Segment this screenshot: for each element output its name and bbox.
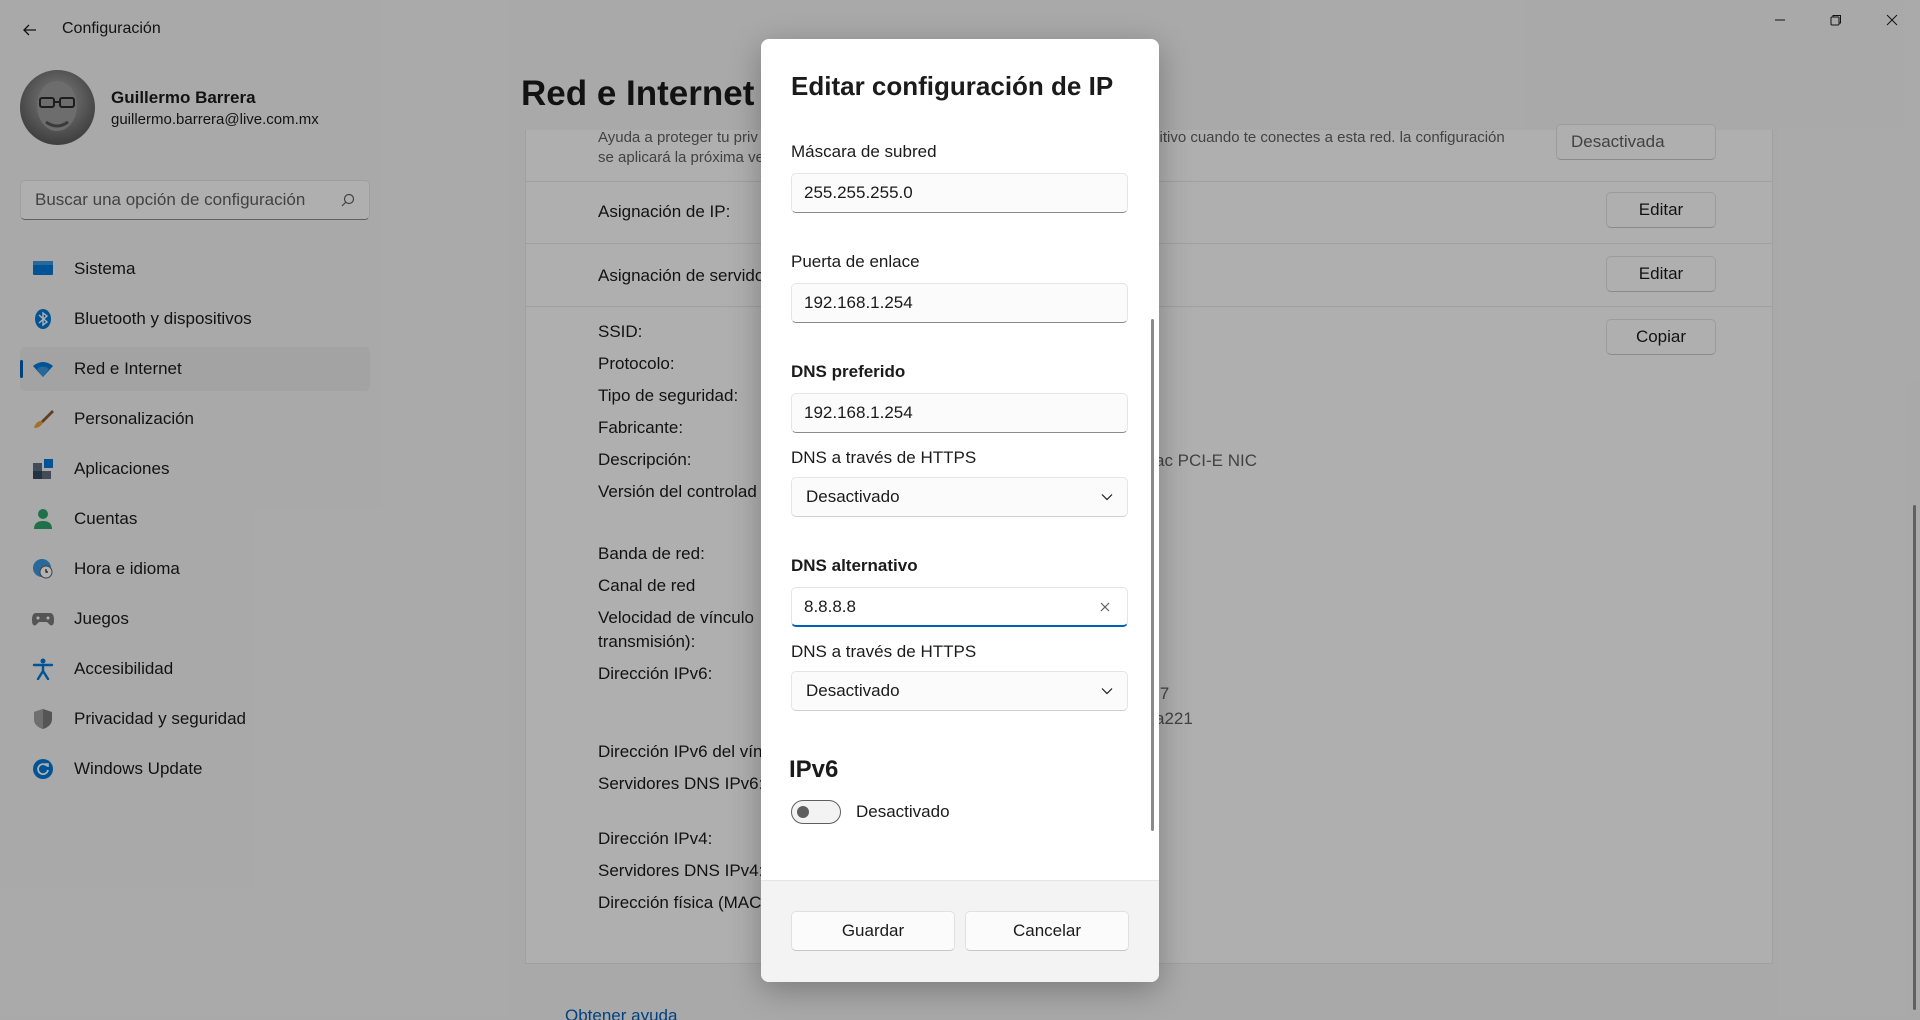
doh-dropdown-value: Desactivado (806, 487, 900, 506)
alternate-dns-label: DNS alternativo (791, 556, 918, 575)
ipv6-section-title: IPv6 (789, 756, 839, 783)
subnet-mask-label: Máscara de subred (791, 142, 937, 161)
doh-dropdown-alternate[interactable]: Desactivado (791, 671, 1128, 711)
subnet-mask-field[interactable] (791, 173, 1128, 213)
ipv6-toggle[interactable] (791, 800, 841, 824)
edit-ip-dialog: Editar configuración de IP Máscara de su… (761, 39, 1159, 982)
doh-label-preferred: DNS a través de HTTPS (791, 448, 977, 467)
gateway-label: Puerta de enlace (791, 252, 920, 271)
cancel-button[interactable]: Cancelar (965, 911, 1129, 951)
doh-dropdown-preferred[interactable]: Desactivado (791, 477, 1128, 517)
doh-dropdown-value: Desactivado (806, 681, 900, 700)
chevron-down-icon (1101, 494, 1113, 501)
doh-label-alternate: DNS a través de HTTPS (791, 642, 977, 661)
save-button[interactable]: Guardar (791, 911, 955, 951)
preferred-dns-field[interactable] (791, 393, 1128, 433)
toggle-knob (797, 806, 809, 818)
dialog-scrollbar[interactable] (1151, 319, 1154, 831)
alternate-dns-field[interactable] (791, 587, 1128, 627)
clear-input-button[interactable] (1095, 597, 1115, 617)
preferred-dns-label: DNS preferido (791, 362, 906, 381)
chevron-down-icon (1101, 688, 1113, 695)
dialog-title: Editar configuración de IP (791, 71, 1114, 101)
gateway-field[interactable] (791, 283, 1128, 323)
ipv6-toggle-label: Desactivado (856, 802, 950, 821)
preferred-dns-input[interactable] (804, 403, 1115, 423)
close-icon (1100, 602, 1110, 611)
alternate-dns-input[interactable] (804, 596, 1095, 617)
subnet-mask-input[interactable] (804, 183, 1115, 203)
gateway-input[interactable] (804, 293, 1115, 313)
